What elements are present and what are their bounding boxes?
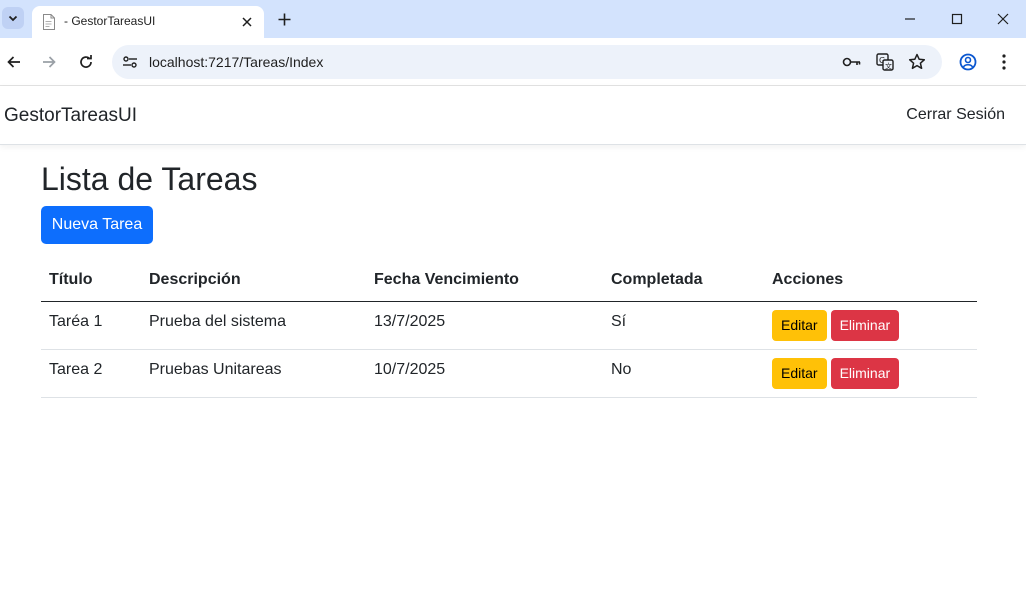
brand-link[interactable]: GestorTareasUI — [4, 105, 137, 127]
cell-acciones: Editar Eliminar — [764, 301, 977, 350]
column-header-titulo: Título — [41, 260, 141, 302]
logout-link[interactable]: Cerrar Sesión — [906, 106, 1005, 124]
svg-text:文: 文 — [885, 62, 892, 71]
cell-titulo: Tarea 2 — [41, 349, 141, 398]
cell-descripcion: Prueba del sistema — [141, 301, 366, 350]
tab-search-chevron-down-icon[interactable] — [2, 7, 24, 29]
column-header-fecha: Fecha Vencimiento — [366, 260, 603, 302]
profile-avatar-icon[interactable] — [956, 50, 980, 74]
new-task-button[interactable]: Nueva Tarea — [41, 206, 153, 244]
site-info-tune-icon[interactable] — [120, 52, 140, 72]
close-window-icon[interactable] — [991, 8, 1015, 30]
column-header-descripcion: Descripción — [141, 260, 366, 302]
cell-titulo: Taréa 1 — [41, 301, 141, 350]
browser-tab-active[interactable]: - GestorTareasUI — [32, 6, 264, 38]
new-tab-plus-icon[interactable] — [274, 9, 294, 29]
bookmark-star-icon[interactable] — [907, 52, 927, 72]
cell-acciones: Editar Eliminar — [764, 349, 977, 398]
edit-button[interactable]: Editar — [772, 357, 827, 389]
table-header-row: Título Descripción Fecha Vencimiento Com… — [41, 260, 977, 302]
page-document-icon — [42, 14, 56, 30]
page-title: Lista de Tareas — [41, 161, 258, 197]
minimize-icon[interactable] — [898, 8, 922, 30]
cell-fecha: 10/7/2025 — [366, 349, 603, 398]
tasks-table: Título Descripción Fecha Vencimiento Com… — [41, 260, 977, 398]
column-header-acciones: Acciones — [764, 260, 977, 302]
url-text[interactable]: localhost:7217/Tareas/Index — [149, 54, 323, 70]
table-row: Taréa 1 Prueba del sistema 13/7/2025 Sí … — [41, 301, 977, 350]
browser-toolbar: localhost:7217/Tareas/Index G文 — [0, 38, 1026, 86]
cell-completada: No — [603, 349, 764, 398]
column-header-completada: Completada — [603, 260, 764, 302]
close-tab-icon[interactable] — [238, 13, 256, 31]
browser-tabstrip: - GestorTareasUI — [0, 0, 1026, 38]
delete-button[interactable]: Eliminar — [830, 357, 900, 389]
translate-icon[interactable]: G文 — [875, 52, 895, 72]
reload-icon[interactable] — [74, 50, 98, 74]
table-row: Tarea 2 Pruebas Unitareas 10/7/2025 No E… — [41, 349, 977, 398]
password-key-icon[interactable] — [842, 52, 862, 72]
edit-button[interactable]: Editar — [772, 309, 827, 341]
cell-descripcion: Pruebas Unitareas — [141, 349, 366, 398]
forward-arrow-icon[interactable] — [37, 50, 61, 74]
menu-kebab-icon[interactable] — [992, 50, 1016, 74]
cell-fecha: 13/7/2025 — [366, 301, 603, 350]
tab-title: - GestorTareasUI — [64, 14, 156, 28]
maximize-icon[interactable] — [945, 8, 969, 30]
app-navbar: GestorTareasUI Cerrar Sesión — [0, 86, 1026, 145]
back-arrow-icon[interactable] — [2, 50, 26, 74]
address-bar[interactable]: localhost:7217/Tareas/Index G文 — [112, 45, 942, 79]
cell-completada: Sí — [603, 301, 764, 350]
delete-button[interactable]: Eliminar — [830, 309, 900, 341]
